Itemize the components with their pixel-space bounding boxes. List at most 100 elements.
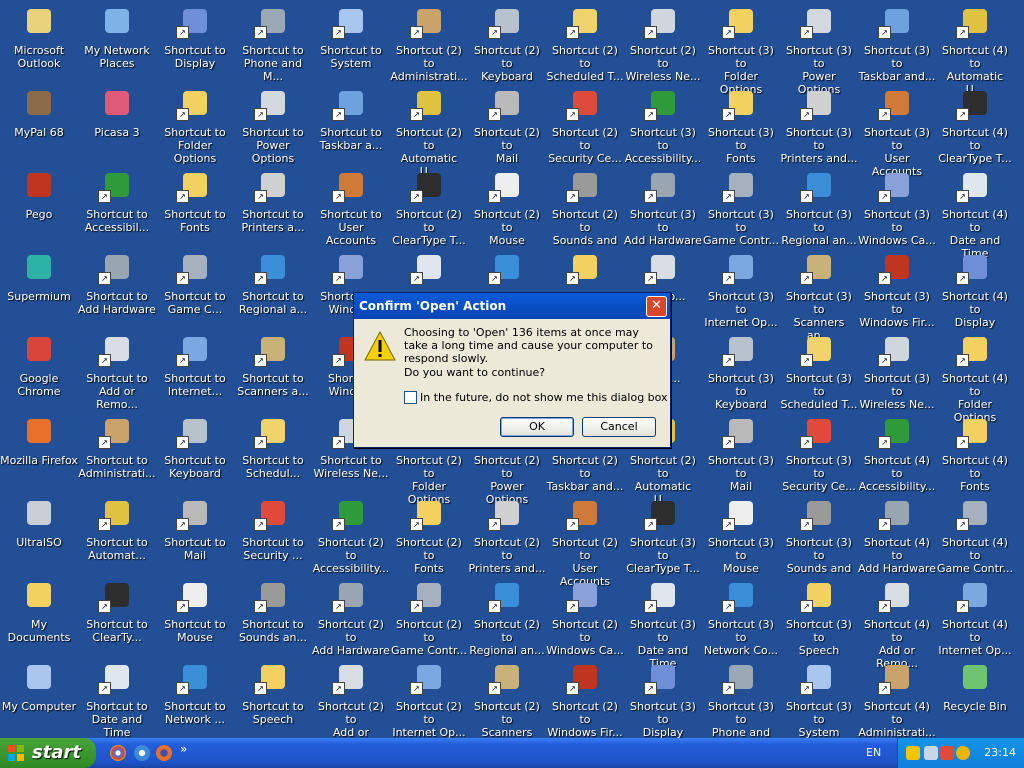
language-indicator[interactable]: EN: [866, 746, 881, 759]
desktop-icon[interactable]: Picasa 3: [78, 84, 156, 166]
ok-button[interactable]: OK: [500, 417, 574, 437]
desktop-icon[interactable]: ↗ Shortcut (4) to Add or Remo...: [858, 576, 936, 670]
desktop-icon[interactable]: MyPal 68: [0, 84, 78, 166]
desktop-icon[interactable]: ↗ Shortcut (4) to Internet Op...: [936, 576, 1014, 658]
security-shield-icon[interactable]: [906, 746, 920, 760]
desktop-icon[interactable]: ↗ Shortcut (2) to Internet Op...: [390, 658, 468, 740]
desktop-icon[interactable]: ↗ Shortcut (3) to User Accounts: [858, 84, 936, 178]
desktop-icon[interactable]: ↗ Shortcut (2) to Security Ce...: [546, 84, 624, 166]
desktop-icon[interactable]: ↗ Shortcut (2) to User Accounts: [546, 494, 624, 588]
desktop-icon[interactable]: ↗ Shortcut (3) to Mouse: [702, 494, 780, 576]
desktop-icon[interactable]: ↗ Shortcut to Printers a...: [234, 166, 312, 248]
desktop-icon[interactable]: ↗Shortcut (2) to Automatic U...: [390, 84, 468, 178]
quicklaunch-overflow[interactable]: »: [180, 742, 187, 756]
desktop-icon[interactable]: Microsoft Outlook: [0, 2, 78, 84]
desktop-icon[interactable]: ↗ Shortcut (3) to Internet Op...: [702, 248, 780, 330]
desktop-icon[interactable]: ↗ Shortcut (3) to Regional an...: [780, 166, 858, 248]
desktop-icon[interactable]: My Network Places: [78, 2, 156, 84]
desktop-icon[interactable]: ↗ Shortcut (2) to Add Hardware: [312, 576, 390, 658]
internet-explorer-quicklaunch-icon[interactable]: [134, 745, 150, 761]
desktop-icon[interactable]: ↗ Shortcut (2) to Accessibility...: [312, 494, 390, 576]
desktop-icon[interactable]: ↗ Shortcut to Phone and M...: [234, 2, 312, 84]
desktop-icon[interactable]: ↗ Shortcut (2) to Keyboard: [468, 2, 546, 84]
desktop-icon[interactable]: ↗ Shortcut (3) to System: [780, 658, 858, 740]
clock[interactable]: 23:14: [984, 746, 1016, 759]
desktop-icon[interactable]: ↗ Shortcut (3) to Keyboard: [702, 330, 780, 412]
desktop-icon[interactable]: ↗ Shortcut to Sounds an...: [234, 576, 312, 658]
desktop-icon[interactable]: ↗ Shortcut to Keyboard: [156, 412, 234, 494]
desktop-icon[interactable]: ↗ Shortcut to Administrati...: [78, 412, 156, 494]
desktop-icon[interactable]: ↗ Shortcut (3) to Taskbar and...: [858, 2, 936, 84]
desktop-icon[interactable]: ↗ Shortcut (3) to Fonts: [702, 84, 780, 166]
desktop-icon[interactable]: ↗ Shortcut (3) to Scanners an...: [780, 248, 858, 342]
desktop-icon[interactable]: ↗Shortcut (2) to Add or Remo...: [312, 658, 390, 752]
desktop-icon[interactable]: UltraISO: [0, 494, 78, 576]
desktop-icon[interactable]: ↗ Shortcut (4) to Fonts: [936, 412, 1014, 494]
desktop-icon[interactable]: ↗ Shortcut to Mail: [156, 494, 234, 576]
desktop-icon[interactable]: ↗ Shortcut to Fonts: [156, 166, 234, 248]
network-icon[interactable]: [924, 746, 938, 760]
desktop-icon[interactable]: ↗ Shortcut (2) to Windows Fir...: [546, 658, 624, 740]
dont-show-checkbox-label[interactable]: In the future, do not show me this dialo…: [420, 391, 668, 404]
desktop-icon[interactable]: ↗ Shortcut (2) to Mouse: [468, 166, 546, 248]
desktop-icon[interactable]: Google Chrome: [0, 330, 78, 412]
desktop-icon[interactable]: ↗ Shortcut to Internet...: [156, 330, 234, 412]
desktop-icon[interactable]: ↗ Shortcut to Taskbar a...: [312, 84, 390, 166]
desktop-icon[interactable]: My Documents: [0, 576, 78, 658]
desktop-icon[interactable]: ↗ Shortcut (4) to Automatic U...: [936, 2, 1014, 96]
desktop-icon[interactable]: ↗ Shortcut (2) to Printers and...: [468, 494, 546, 576]
desktop-icon[interactable]: ↗ Shortcut (3) to Scheduled T...: [780, 330, 858, 412]
desktop-icon[interactable]: ↗ Shortcut (3) to Mail: [702, 412, 780, 494]
desktop-icon[interactable]: ↗ Shortcut (2) to ClearType T...: [390, 166, 468, 248]
desktop-icon[interactable]: ↗ Shortcut (4) to Game Contr...: [936, 494, 1014, 576]
desktop-icon[interactable]: ↗ Shortcut to Speech: [234, 658, 312, 740]
desktop-icon[interactable]: ↗ Shortcut (3) to Printers and...: [780, 84, 858, 166]
desktop-icon[interactable]: ↗ Shortcut (2) to Sounds and ...: [546, 166, 624, 260]
desktop-icon[interactable]: ↗ Shortcut (2) to Scheduled T...: [546, 2, 624, 84]
desktop-icon[interactable]: ↗ Shortcut (2) to Administrati...: [390, 2, 468, 84]
cancel-button[interactable]: Cancel: [582, 417, 656, 437]
desktop-icon[interactable]: ↗ Shortcut (3) to Power Options: [780, 2, 858, 96]
desktop-icon[interactable]: ↗ Shortcut (4) to Accessibility...: [858, 412, 936, 494]
desktop-icon[interactable]: Supermium: [0, 248, 78, 330]
start-button[interactable]: start: [0, 738, 96, 768]
desktop-icon[interactable]: ↗ Shortcut to Add or Remo...: [78, 330, 156, 412]
desktop-icon[interactable]: ↗ Shortcut (2) to Wireless Ne...: [624, 2, 702, 84]
desktop-icon[interactable]: ↗ Shortcut (4) to Administrati...: [858, 658, 936, 740]
desktop-icon[interactable]: ↗ Shortcut (3) to Windows Fir...: [858, 248, 936, 330]
desktop-icon[interactable]: Mozilla Firefox: [0, 412, 78, 494]
desktop-icon[interactable]: ↗ Shortcut (2) to Mail: [468, 84, 546, 166]
desktop-icon[interactable]: ↗ Shortcut to User Accounts: [312, 166, 390, 248]
desktop-icon[interactable]: ↗ Shortcut to System: [312, 2, 390, 84]
desktop-icon[interactable]: ↗ Shortcut to Add Hardware: [78, 248, 156, 330]
desktop-icon[interactable]: ↗ Shortcut to Automat...: [78, 494, 156, 576]
desktop-icon[interactable]: ↗ Shortcut (2) to Fonts: [390, 494, 468, 576]
desktop-icon[interactable]: ↗ Shortcut to Mouse: [156, 576, 234, 658]
desktop-icon[interactable]: ↗ Shortcut (3) to Folder Options: [702, 2, 780, 96]
desktop-icon[interactable]: ↗ Shortcut to Date and Time: [78, 658, 156, 740]
desktop-icon[interactable]: ↗ Shortcut (4) to Date and Time: [936, 166, 1014, 260]
desktop-icon[interactable]: ↗ Shortcut to Schedul...: [234, 412, 312, 494]
antivirus-icon[interactable]: [940, 746, 954, 760]
desktop-icon[interactable]: ↗ Shortcut to Accessibil...: [78, 166, 156, 248]
desktop-icon[interactable]: ↗ Shortcut (3) to Speech: [780, 576, 858, 658]
close-button[interactable]: ✕: [646, 296, 667, 317]
desktop-icon[interactable]: ↗ Shortcut (4) to Folder Options: [936, 330, 1014, 424]
desktop-icon[interactable]: My Computer: [0, 658, 78, 740]
desktop-icon[interactable]: ↗ Shortcut (3) to Security Ce...: [780, 412, 858, 494]
desktop-icon[interactable]: ↗ Shortcut (2) to Windows Ca...: [546, 576, 624, 658]
desktop-icon[interactable]: ↗ Shortcut (3) to ClearType T...: [624, 494, 702, 576]
desktop-icon[interactable]: Pego: [0, 166, 78, 248]
firefox-quicklaunch-icon[interactable]: [156, 745, 172, 761]
desktop-icon[interactable]: ↗ Shortcut to Scanners a...: [234, 330, 312, 412]
desktop-icon[interactable]: ↗ Shortcut to Power Options: [234, 84, 312, 166]
desktop-icon[interactable]: ↗ Shortcut to Network ...: [156, 658, 234, 740]
desktop-icon[interactable]: ↗ Shortcut to Security ...: [234, 494, 312, 576]
desktop-icon[interactable]: ↗ Shortcut to Folder Options: [156, 84, 234, 166]
desktop-icon[interactable]: ↗ Shortcut to Game C...: [156, 248, 234, 330]
desktop-icon[interactable]: ↗ Shortcut (4) to ClearType T...: [936, 84, 1014, 166]
desktop-icon[interactable]: ↗ Shortcut to Regional a...: [234, 248, 312, 330]
desktop-icon[interactable]: ↗ Shortcut to ClearTy...: [78, 576, 156, 658]
desktop-icon[interactable]: ↗ Shortcut (3) to Game Contr...: [702, 166, 780, 248]
desktop-icon[interactable]: ↗Shortcut (3) to Phone and M...: [702, 658, 780, 752]
